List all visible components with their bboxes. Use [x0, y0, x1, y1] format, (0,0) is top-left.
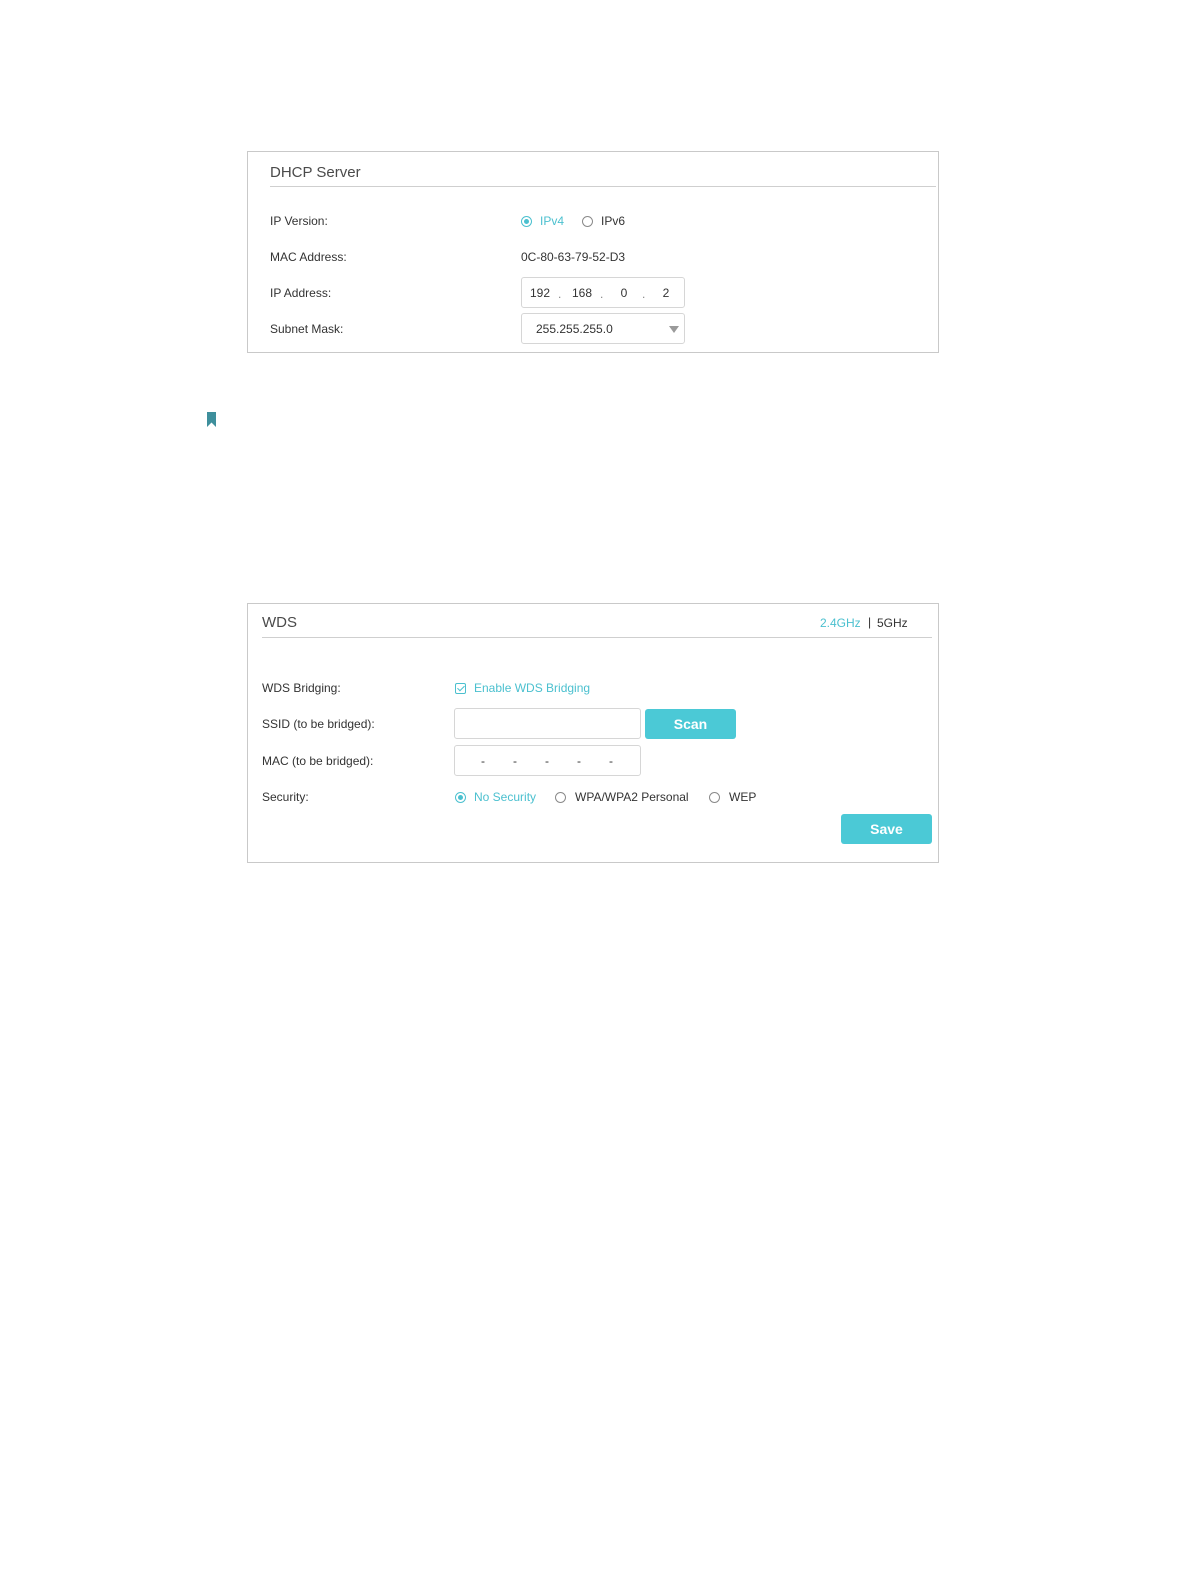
subnet-mask-label: Subnet Mask:	[270, 322, 344, 336]
mac-separator: -	[609, 754, 613, 768]
ip-address-input[interactable]: 192 . 168 . 0 . 2	[521, 277, 685, 308]
mac-separator: -	[513, 754, 517, 768]
chevron-down-icon	[669, 326, 679, 333]
security-label: Security:	[262, 790, 309, 804]
ipv4-option-label[interactable]: IPv4	[540, 214, 564, 228]
wep-label[interactable]: WEP	[729, 790, 756, 804]
mac-separator: -	[481, 754, 485, 768]
ip-octet-3[interactable]: 0	[610, 286, 638, 300]
wpa-label[interactable]: WPA/WPA2 Personal	[575, 790, 689, 804]
wds-bridging-label: WDS Bridging:	[262, 681, 341, 695]
title-divider	[262, 637, 932, 638]
title-divider	[270, 186, 936, 187]
ip-version-label: IP Version:	[270, 214, 328, 228]
ip-octet-4[interactable]: 2	[652, 286, 680, 300]
ipv6-radio[interactable]	[582, 216, 593, 227]
mac-bridged-label: MAC (to be bridged):	[262, 754, 374, 768]
ipv4-radio[interactable]	[521, 216, 532, 227]
panel-title: WDS	[262, 614, 297, 631]
ip-octet-1[interactable]: 192	[526, 286, 554, 300]
ip-octet-2[interactable]: 168	[568, 286, 596, 300]
dhcp-server-panel: DHCP Server IP Version: IPv4 IPv6 MAC Ad…	[247, 151, 939, 353]
wep-radio[interactable]	[709, 792, 720, 803]
ip-dot: .	[600, 287, 604, 301]
save-button[interactable]: Save	[841, 814, 932, 844]
wds-panel: WDS 2.4GHz | 5GHz WDS Bridging: Enable W…	[247, 603, 939, 863]
bookmark-icon	[207, 412, 216, 427]
band-separator: |	[868, 615, 872, 629]
no-security-radio[interactable]	[455, 792, 466, 803]
mac-separator: -	[577, 754, 581, 768]
enable-wds-checkbox[interactable]	[455, 683, 466, 694]
mac-address-value: 0C-80-63-79-52-D3	[521, 250, 626, 264]
band-5ghz-tab[interactable]: 5GHz	[877, 616, 908, 630]
ip-address-label: IP Address:	[270, 286, 332, 300]
ipv6-option-label[interactable]: IPv6	[601, 214, 625, 228]
mac-separator: -	[545, 754, 549, 768]
band-2-4ghz-tab[interactable]: 2.4GHz	[820, 616, 861, 630]
mac-address-label: MAC Address:	[270, 250, 347, 264]
wpa-radio[interactable]	[555, 792, 566, 803]
no-security-label[interactable]: No Security	[474, 790, 536, 804]
enable-wds-label[interactable]: Enable WDS Bridging	[474, 681, 590, 695]
ssid-input[interactable]	[454, 708, 641, 739]
panel-title: DHCP Server	[270, 164, 361, 181]
subnet-mask-select[interactable]: 255.255.255.0	[521, 313, 685, 344]
ip-dot: .	[642, 287, 646, 301]
ssid-label: SSID (to be bridged):	[262, 717, 375, 731]
mac-bridged-input[interactable]: - - - - -	[454, 745, 641, 776]
ip-dot: .	[558, 287, 562, 301]
scan-button[interactable]: Scan	[645, 709, 736, 739]
subnet-mask-value: 255.255.255.0	[536, 322, 613, 336]
